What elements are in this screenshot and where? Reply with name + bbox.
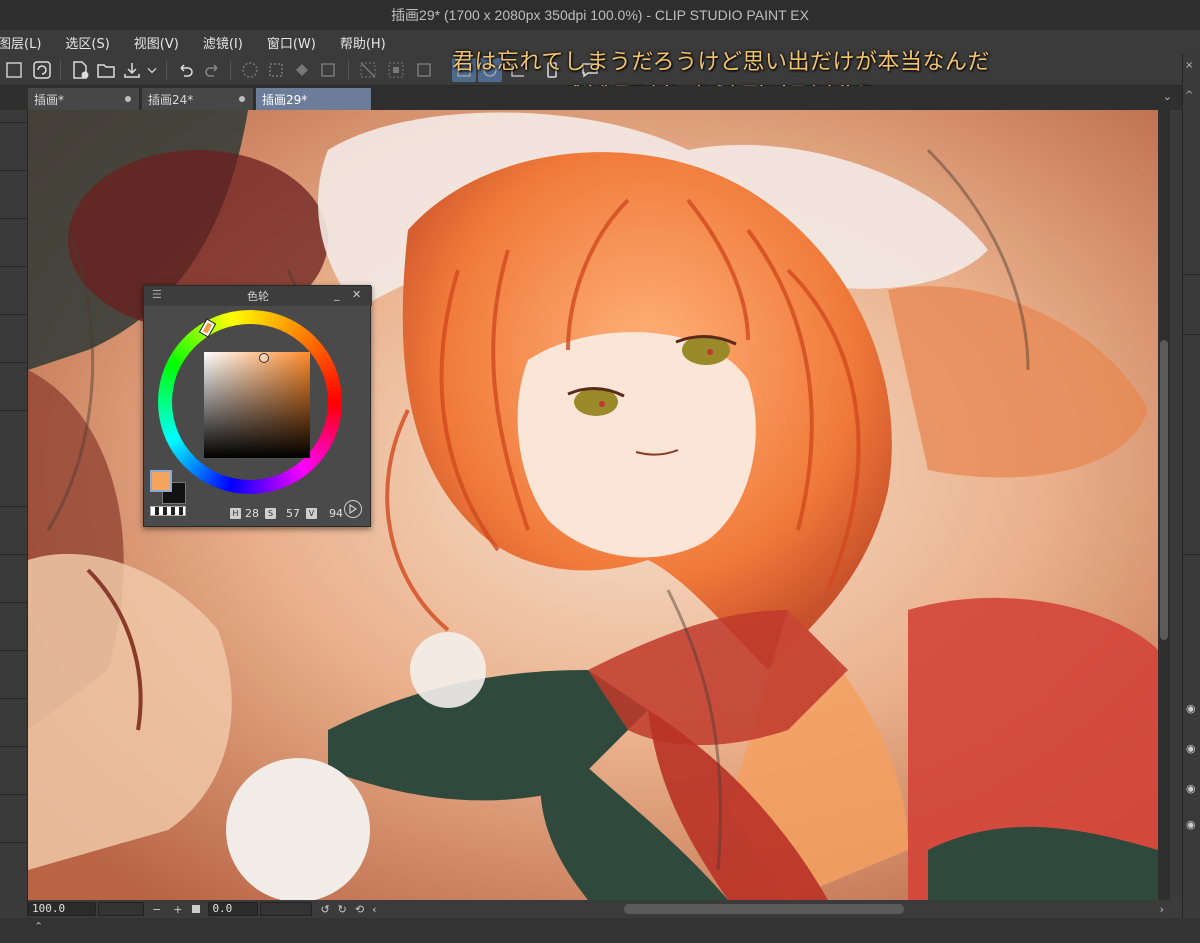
zoom-out-button[interactable]: − bbox=[152, 903, 161, 916]
zoom-in-button[interactable]: + bbox=[173, 903, 182, 916]
clip-studio-logo-icon[interactable] bbox=[30, 58, 54, 82]
foreground-color-swatch[interactable] bbox=[150, 470, 172, 492]
chevron-down-icon[interactable]: ⌄ bbox=[1163, 90, 1172, 103]
fill-icon[interactable] bbox=[290, 58, 314, 82]
status-bar: 100.0 − + 0.0 ↺ ↻ ⟲ ‹ › bbox=[28, 900, 1182, 918]
menu-selection[interactable]: 选区(S) bbox=[65, 33, 109, 52]
transform-icon[interactable] bbox=[316, 58, 340, 82]
tab-label: 插画* bbox=[34, 92, 65, 107]
tab-close-dot-icon[interactable] bbox=[125, 96, 131, 102]
document-tab-bar: 插画* 插画24* 插画29* ⌄ bbox=[0, 86, 1182, 110]
color-wheel-title: 色轮 bbox=[247, 290, 269, 303]
minimize-icon[interactable]: _ bbox=[334, 288, 340, 301]
menu-view[interactable]: 视图(V) bbox=[134, 33, 179, 52]
clear-outside-icon[interactable] bbox=[264, 58, 288, 82]
vertical-scroll-thumb[interactable] bbox=[1160, 340, 1168, 640]
new-canvas-icon[interactable] bbox=[68, 58, 92, 82]
v-value: 94 bbox=[329, 507, 343, 520]
v-label: V bbox=[306, 508, 317, 519]
zoom-slider[interactable] bbox=[98, 902, 144, 916]
undo-icon[interactable] bbox=[174, 58, 198, 82]
invert-selection-icon[interactable] bbox=[384, 58, 408, 82]
eye-icon[interactable]: ◉ bbox=[1186, 742, 1196, 755]
expand-selection-icon[interactable] bbox=[412, 58, 436, 82]
eye-icon[interactable]: ◉ bbox=[1186, 782, 1196, 795]
panel-toggle-icon[interactable] bbox=[2, 58, 26, 82]
horizontal-scroll-thumb[interactable] bbox=[624, 904, 904, 914]
close-icon[interactable]: ✕ bbox=[352, 288, 361, 301]
open-folder-icon[interactable] bbox=[94, 58, 118, 82]
window-title: 插画29* (1700 x 2080px 350dpi 100.0%) - CL… bbox=[391, 7, 809, 23]
menu-help[interactable]: 帮助(H) bbox=[340, 33, 386, 52]
chevron-right-icon[interactable]: › bbox=[1160, 903, 1164, 916]
chevron-up-icon[interactable]: ^ bbox=[1185, 90, 1193, 101]
h-value: 28 bbox=[245, 507, 259, 520]
tab-illustration[interactable]: 插画* bbox=[28, 88, 140, 110]
s-value: 57 bbox=[286, 507, 300, 520]
sv-marker[interactable] bbox=[259, 353, 269, 363]
s-label: S bbox=[265, 508, 276, 519]
deselect-icon[interactable] bbox=[356, 58, 380, 82]
rotation-slider[interactable] bbox=[260, 902, 313, 916]
clear-icon[interactable] bbox=[238, 58, 262, 82]
eye-icon[interactable]: ◉ bbox=[1186, 702, 1196, 715]
tab-illustration-24[interactable]: 插画24* bbox=[142, 88, 254, 110]
reset-rotation-icon[interactable]: ⟲ bbox=[355, 903, 364, 916]
subtitle-japanese: 君は忘れてしまうだろうけど思い出だけが本当なんだ bbox=[452, 50, 991, 75]
color-wheel-titlebar[interactable]: ☰ 色轮 _ ✕ bbox=[144, 286, 372, 306]
right-dock-panel: × ^ ◉ ◉ ◉ ◉ bbox=[1182, 54, 1200, 943]
title-bar: 插画29* (1700 x 2080px 350dpi 100.0%) - CL… bbox=[0, 0, 1200, 30]
chevron-up-icon[interactable]: ⌃ bbox=[34, 920, 43, 933]
vertical-scrollbar[interactable] bbox=[1158, 110, 1170, 900]
menu-icon[interactable]: ☰ bbox=[152, 288, 162, 301]
save-icon[interactable] bbox=[120, 58, 144, 82]
tab-illustration-29[interactable]: 插画29* bbox=[256, 88, 372, 110]
menu-filter[interactable]: 滤镜(I) bbox=[203, 33, 243, 52]
tab-label: 插画29* bbox=[262, 92, 308, 107]
close-icon[interactable]: × bbox=[1185, 60, 1193, 71]
zoom-input[interactable]: 100.0 bbox=[28, 902, 96, 916]
h-label: H bbox=[230, 508, 241, 519]
rotate-right-icon[interactable]: ↻ bbox=[338, 903, 347, 916]
tab-label: 插画24* bbox=[148, 92, 194, 107]
menu-layer[interactable]: 图层(L) bbox=[0, 33, 41, 52]
menu-window[interactable]: 窗口(W) bbox=[267, 33, 316, 52]
saturation-value-square[interactable] bbox=[204, 352, 310, 458]
eye-icon[interactable]: ◉ bbox=[1186, 818, 1196, 831]
play-icon[interactable] bbox=[344, 500, 362, 518]
fit-icon[interactable] bbox=[192, 905, 201, 913]
rotate-left-icon[interactable]: ↺ bbox=[320, 903, 329, 916]
tab-close-dot-icon[interactable] bbox=[239, 96, 245, 102]
rotation-input[interactable]: 0.0 bbox=[208, 902, 259, 916]
chevron-down-icon[interactable] bbox=[144, 58, 160, 82]
transparent-color-swatch[interactable] bbox=[150, 506, 186, 516]
left-dock-panel: → bbox=[0, 86, 28, 916]
chevron-left-icon[interactable]: ‹ bbox=[372, 903, 376, 916]
redo-icon[interactable] bbox=[200, 58, 224, 82]
bottom-strip: ⌃ bbox=[0, 918, 1200, 943]
color-wheel-panel: ☰ 色轮 _ ✕ H 28 S 57 V 94 bbox=[143, 285, 372, 527]
hsv-readout: H 28 S 57 V 94 bbox=[226, 507, 345, 520]
